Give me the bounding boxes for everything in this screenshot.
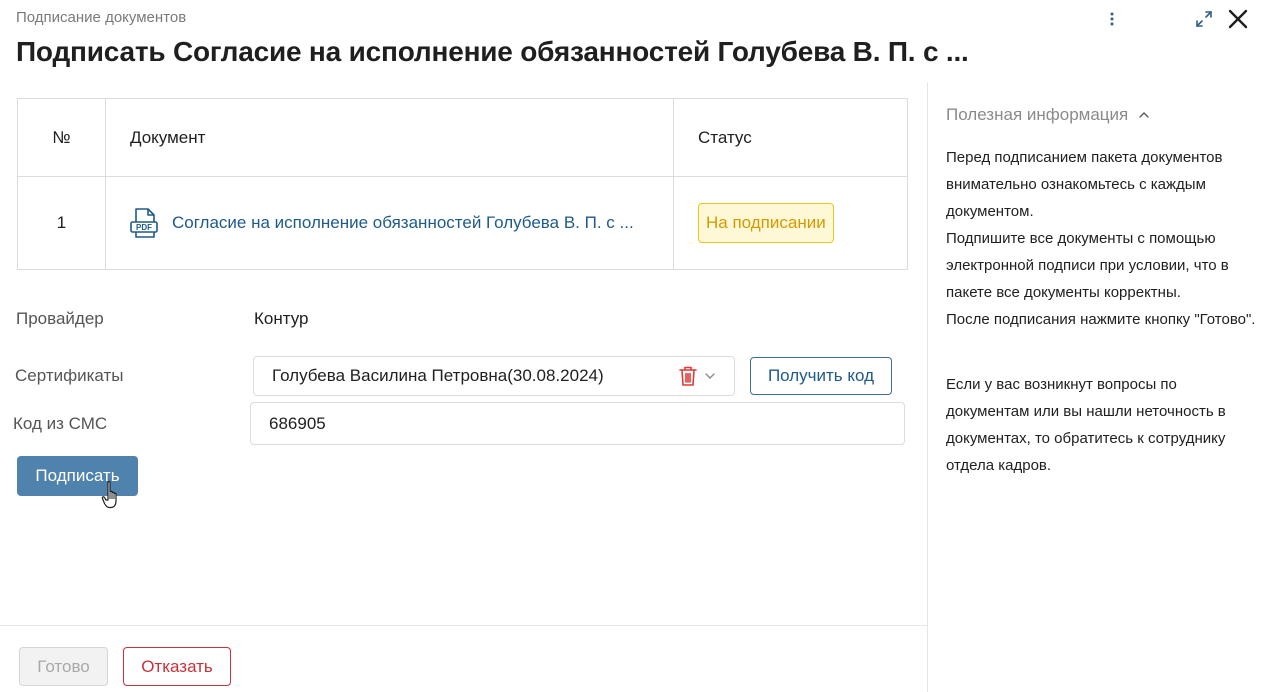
get-code-button[interactable]: Получить код [750, 357, 892, 395]
column-header-number: № [17, 98, 106, 177]
sidebar-divider [927, 82, 928, 692]
documents-table: № Документ Статус 1 PDF Согласие на испо… [17, 98, 908, 270]
more-vertical-icon [1110, 12, 1114, 26]
table-row: 1 PDF Согласие на исполнение обязанносте… [17, 176, 908, 270]
hand-cursor-icon [101, 481, 117, 509]
certificate-select[interactable]: Голубева Василина Петровна(30.08.2024) [253, 356, 735, 396]
useful-info-paragraph-1: Перед подписанием пакета документов вним… [946, 149, 1256, 328]
window-controls [1105, 8, 1265, 32]
useful-info-toggle[interactable]: Полезная информация [946, 105, 1150, 125]
column-header-document: Документ [105, 98, 674, 177]
provider-label: Провайдер [16, 309, 104, 328]
chevron-up-icon [1139, 112, 1149, 118]
sms-code-input[interactable] [250, 402, 905, 445]
reject-button[interactable]: Отказать [123, 647, 231, 686]
status-badge: На подписании [698, 203, 834, 243]
pdf-file-icon: PDF [130, 208, 158, 238]
page-title: Подписать Согласие на исполнение обязанн… [16, 36, 969, 67]
document-link-label: Согласие на исполнение обязанностей Голу… [172, 213, 634, 232]
document-link[interactable]: PDF Согласие на исполнение обязанностей … [130, 208, 649, 238]
expand-icon [1196, 11, 1212, 27]
useful-info-paragraph-2: Если у вас возникнут вопросы по документ… [946, 376, 1226, 474]
sms-code-label: Код из СМС [13, 414, 108, 433]
column-header-status: Статус [673, 98, 908, 177]
close-icon [1228, 9, 1248, 29]
useful-info-title: Полезная информация [946, 105, 1129, 124]
close-button[interactable] [1221, 6, 1255, 32]
svg-text:PDF: PDF [136, 223, 152, 232]
document-cell: PDF Согласие на исполнение обязанностей … [105, 176, 674, 270]
trash-icon[interactable] [678, 365, 698, 387]
more-options-button[interactable] [1105, 8, 1119, 30]
done-button[interactable]: Готово [19, 647, 108, 686]
provider-value: Контур [254, 309, 309, 328]
footer-divider [0, 625, 928, 626]
status-cell: На подписании [673, 176, 908, 270]
chevron-down-icon[interactable] [704, 371, 716, 381]
expand-button[interactable] [1193, 8, 1215, 30]
breadcrumb: Подписание документов [16, 9, 187, 26]
certificates-label: Сертификаты [15, 366, 124, 385]
certificate-select-value: Голубева Василина Петровна(30.08.2024) [272, 366, 604, 385]
table-header-row: № Документ Статус [17, 98, 908, 177]
row-number: 1 [17, 176, 106, 270]
